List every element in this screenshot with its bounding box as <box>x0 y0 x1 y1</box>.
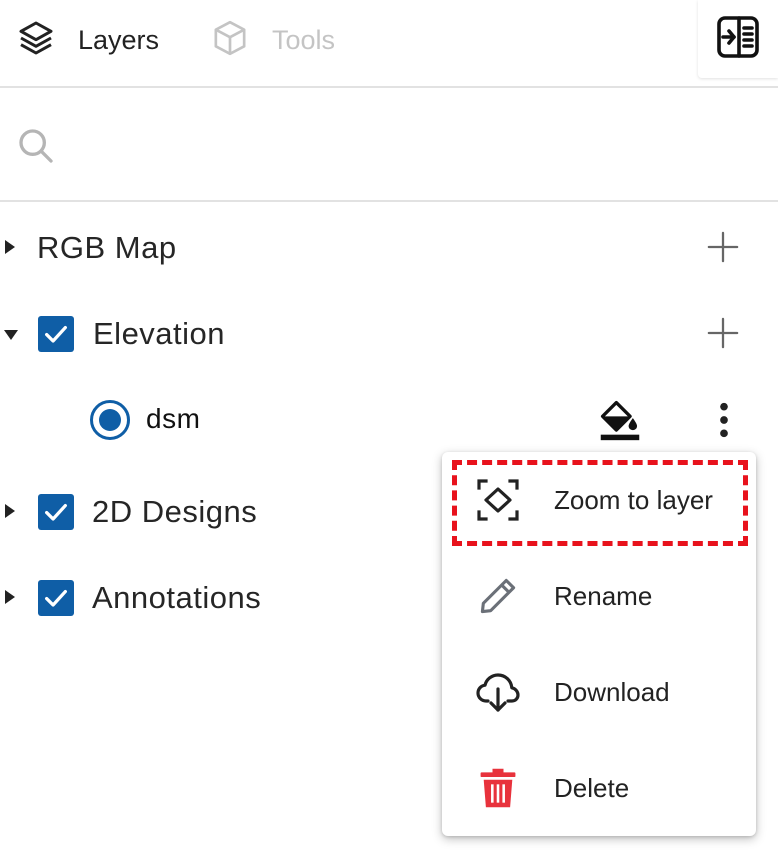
radio-selected-dot <box>99 409 121 431</box>
layer-label: 2D Designs <box>92 494 258 529</box>
menu-item-label: Zoom to layer <box>554 484 713 515</box>
menu-item-delete[interactable]: Delete <box>442 740 756 836</box>
menu-item-label: Download <box>554 676 670 707</box>
sublayer-radio[interactable] <box>90 400 130 440</box>
add-icon[interactable] <box>706 230 740 269</box>
menu-item-rename[interactable]: Rename <box>442 548 756 644</box>
collapse-panel-button[interactable] <box>698 0 778 78</box>
collapse-caret-icon[interactable] <box>4 330 18 340</box>
search-bar <box>0 88 778 202</box>
paint-bucket-icon[interactable] <box>598 398 642 447</box>
sublayer-label: dsm <box>146 403 201 434</box>
layer-row-elevation[interactable]: Elevation <box>0 304 778 364</box>
tab-tools[interactable]: Tools <box>210 18 335 62</box>
menu-item-download[interactable]: Download <box>442 644 756 740</box>
add-icon[interactable] <box>706 316 740 355</box>
menu-item-label: Delete <box>554 772 630 803</box>
layer-row-rgb-map[interactable]: RGB Map <box>0 218 778 278</box>
layer-checkbox[interactable] <box>38 316 74 352</box>
cube-icon <box>210 18 250 63</box>
cloud-download-icon <box>472 666 524 718</box>
zoom-to-layer-icon <box>472 474 524 526</box>
sublayer-row-dsm[interactable]: dsm <box>0 390 778 450</box>
tab-tools-label: Tools <box>272 24 336 55</box>
layers-icon <box>16 18 56 63</box>
expand-caret-icon[interactable] <box>5 504 15 518</box>
layer-context-menu: Zoom to layer Rename Download Delete <box>442 452 756 836</box>
layer-label: RGB Map <box>37 230 177 265</box>
menu-item-zoom-to-layer[interactable]: Zoom to layer <box>442 452 756 548</box>
expand-caret-icon[interactable] <box>5 240 15 254</box>
expand-caret-icon[interactable] <box>5 590 15 604</box>
search-icon[interactable] <box>16 126 56 171</box>
tab-layers[interactable]: Layers <box>16 18 159 62</box>
layer-label: Annotations <box>92 580 262 615</box>
layer-checkbox[interactable] <box>38 580 74 616</box>
pencil-icon <box>472 570 524 622</box>
more-vertical-icon[interactable] <box>708 400 740 445</box>
menu-item-label: Rename <box>554 580 653 611</box>
layer-label: Elevation <box>93 316 226 351</box>
trash-icon <box>472 762 524 814</box>
layer-checkbox[interactable] <box>38 494 74 530</box>
search-input[interactable] <box>70 120 750 168</box>
panel-header: Layers Tools <box>0 0 778 88</box>
tab-layers-label: Layers <box>78 24 160 55</box>
panel-collapse-icon <box>714 13 762 66</box>
